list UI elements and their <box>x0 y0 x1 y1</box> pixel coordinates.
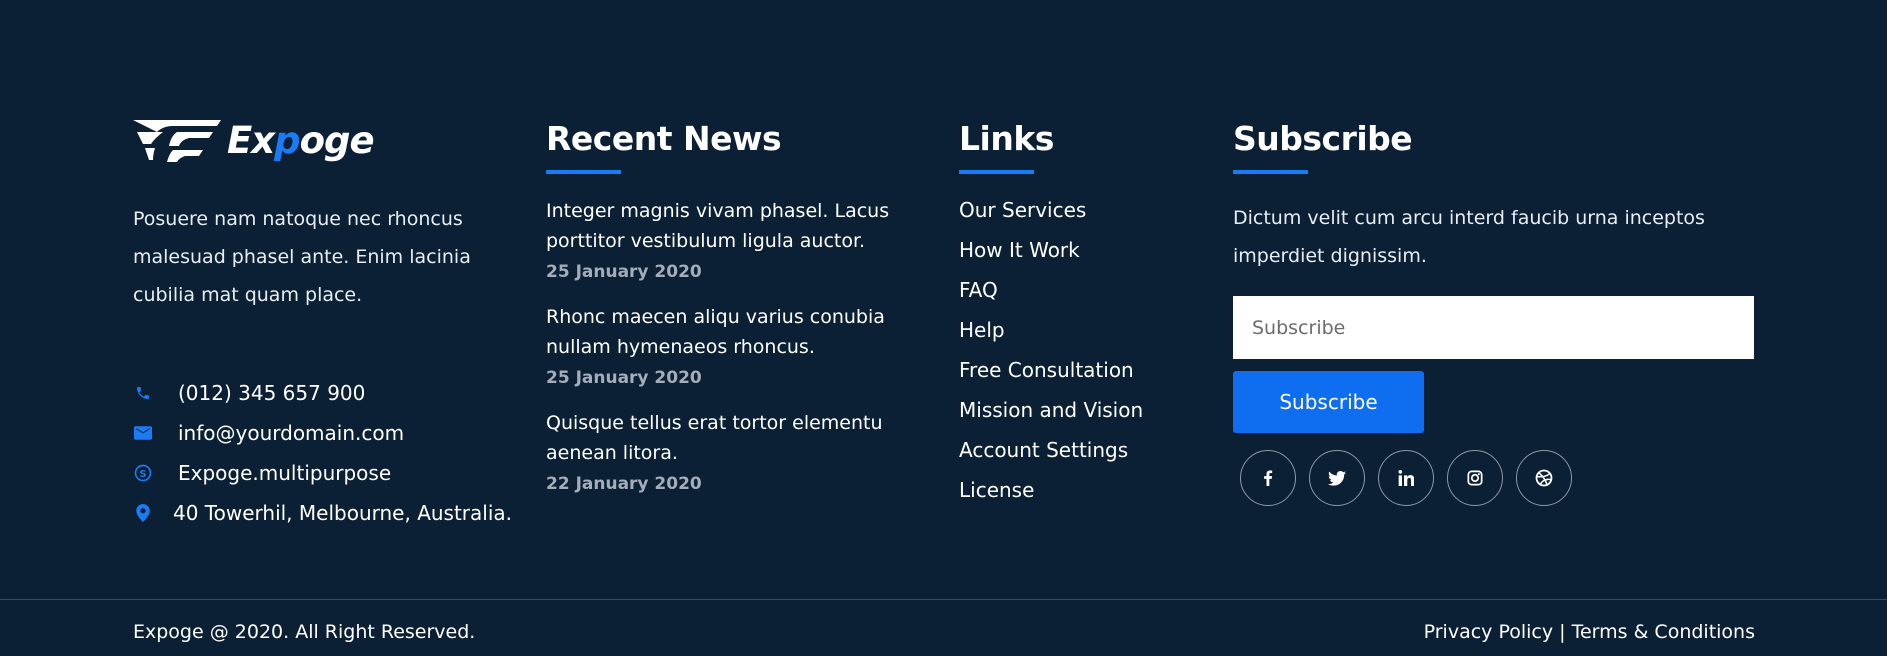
contact-text: (012) 345 657 900 <box>178 381 366 405</box>
dribbble-link[interactable] <box>1516 450 1572 506</box>
contact-phone[interactable]: (012) 345 657 900 <box>133 373 533 413</box>
contact-email[interactable]: info@yourdomain.com <box>133 413 533 453</box>
news-item-title[interactable]: Integer magnis vivam phasel. Lacus portt… <box>546 196 946 256</box>
subscribe-text: Dictum velit cum arcu interd faucib urna… <box>1233 207 1705 267</box>
twitter-link[interactable] <box>1309 450 1365 506</box>
social-links <box>1240 450 1758 506</box>
mail-icon <box>133 423 153 443</box>
link-mission-and-vision[interactable]: Mission and Vision <box>959 398 1143 422</box>
legal-links: Privacy Policy | Terms & Conditions <box>1424 621 1755 643</box>
link-faq[interactable]: FAQ <box>959 278 998 302</box>
links-heading: Links <box>959 119 1054 158</box>
news-list: Integer magnis vivam phasel. Lacus portt… <box>546 196 946 495</box>
link-account-settings[interactable]: Account Settings <box>959 438 1128 462</box>
link-how-it-work[interactable]: How It Work <box>959 238 1080 262</box>
news-item-title[interactable]: Quisque tellus erat tortor elementu aene… <box>546 408 946 468</box>
link-our-services[interactable]: Our Services <box>959 198 1086 222</box>
subscribe-heading: Subscribe <box>1233 119 1413 158</box>
news-item: Integer magnis vivam phasel. Lacus portt… <box>546 196 946 283</box>
instagram-icon <box>1467 470 1483 486</box>
terms-conditions-link[interactable]: Terms & Conditions <box>1572 621 1755 643</box>
linkedin-link[interactable] <box>1378 450 1434 506</box>
subscribe-column: Subscribe Dictum velit cum arcu interd f… <box>1233 115 1758 506</box>
contact-list: (012) 345 657 900 info@yourdomain.com S … <box>133 373 533 533</box>
news-item: Rhonc maecen aliqu varius conubia nullam… <box>546 302 946 389</box>
link-free-consultation[interactable]: Free Consultation <box>959 358 1134 382</box>
privacy-policy-link[interactable]: Privacy Policy <box>1424 621 1553 643</box>
copyright-text: Expoge @ 2020. All Right Reserved. <box>133 621 476 643</box>
instagram-link[interactable] <box>1447 450 1503 506</box>
heading-underline <box>1233 170 1308 174</box>
news-item-title[interactable]: Rhonc maecen aliqu varius conubia nullam… <box>546 302 946 362</box>
brand-logo[interactable]: Expoge <box>133 117 533 163</box>
contact-text: Expoge.multipurpose <box>178 461 392 485</box>
footer-divider <box>0 599 1887 600</box>
news-item-date: 22 January 2020 <box>546 474 702 494</box>
subscribe-email-input[interactable] <box>1233 296 1754 359</box>
svg-text:S: S <box>139 469 146 480</box>
heading-underline <box>959 170 1034 174</box>
heading-underline <box>546 170 621 174</box>
contact-address[interactable]: 40 Towerhil, Melbourne, Australia. <box>133 493 533 533</box>
links-list: Our Services How It Work FAQ Help Free C… <box>959 195 1219 515</box>
news-item-date: 25 January 2020 <box>546 368 702 388</box>
about-text: Posuere nam natoque nec rhoncus malesuad… <box>133 208 471 306</box>
subscribe-button[interactable]: Subscribe <box>1233 371 1424 433</box>
news-item: Quisque tellus erat tortor elementu aene… <box>546 408 946 495</box>
facebook-icon <box>1264 470 1273 486</box>
skype-icon: S <box>133 463 153 483</box>
legal-separator: | <box>1553 621 1572 643</box>
phone-icon <box>133 383 153 403</box>
footer-bottom-bar: Expoge @ 2020. All Right Reserved. Priva… <box>133 621 1755 643</box>
about-column: Expoge Posuere nam natoque nec rhoncus m… <box>133 115 533 533</box>
news-item-date: 25 January 2020 <box>546 262 702 282</box>
news-heading: Recent News <box>546 119 782 158</box>
links-column: Links Our Services How It Work FAQ Help … <box>959 115 1219 515</box>
contact-text: 40 Towerhil, Melbourne, Australia. <box>173 501 513 525</box>
contact-text: info@yourdomain.com <box>178 421 405 445</box>
contact-skype[interactable]: S Expoge.multipurpose <box>133 453 533 493</box>
link-license[interactable]: License <box>959 478 1034 502</box>
link-help[interactable]: Help <box>959 318 1005 342</box>
news-column: Recent News Integer magnis vivam phasel.… <box>546 115 946 514</box>
footer: Expoge Posuere nam natoque nec rhoncus m… <box>133 0 1755 598</box>
facebook-link[interactable] <box>1240 450 1296 506</box>
linkedin-icon <box>1398 470 1414 486</box>
dribbble-icon <box>1535 469 1553 487</box>
location-pin-icon <box>133 503 153 523</box>
brand-name: Expoge <box>227 118 375 162</box>
wings-logo-icon <box>133 120 221 162</box>
twitter-icon <box>1328 470 1346 486</box>
